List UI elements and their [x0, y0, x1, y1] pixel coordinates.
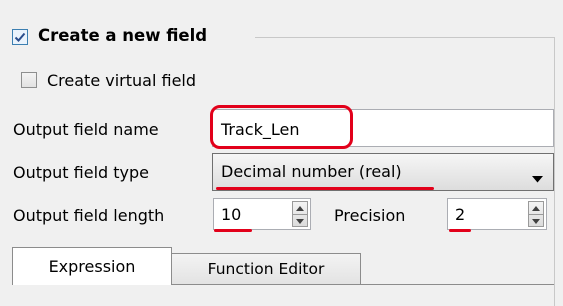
output-field-length-spinbox[interactable]: 10 [213, 198, 311, 230]
spin-up-icon[interactable] [293, 202, 307, 214]
virtual-field-label[interactable]: Create virtual field [47, 71, 196, 90]
create-new-field-checkbox[interactable] [12, 29, 28, 45]
annotation-underline-length [214, 229, 252, 232]
tab-function-editor-label: Function Editor [207, 260, 325, 278]
spin-up-icon[interactable] [529, 202, 543, 214]
precision-spinbox[interactable]: 2 [447, 198, 547, 230]
tab-expression[interactable]: Expression [12, 247, 172, 285]
spin-down-icon[interactable] [293, 214, 307, 227]
checkmark-icon [14, 32, 26, 42]
group-title[interactable]: Create a new field [38, 26, 207, 45]
output-field-length-value: 10 [221, 205, 242, 224]
tab-expression-label: Expression [48, 257, 136, 276]
virtual-field-checkbox[interactable] [21, 72, 37, 88]
output-field-type-value: Decimal number (real) [221, 162, 402, 181]
annotation-underline-type [216, 187, 434, 190]
precision-value: 2 [455, 205, 466, 224]
annotation-highlight-oval [210, 105, 353, 149]
output-field-type-select[interactable]: Decimal number (real) [212, 153, 554, 191]
output-field-name-label: Output field name [13, 120, 159, 139]
precision-label: Precision [334, 206, 406, 225]
spin-buttons[interactable] [292, 201, 308, 227]
spin-buttons[interactable] [528, 201, 544, 227]
chevron-down-icon[interactable] [532, 168, 543, 187]
output-field-length-label: Output field length [13, 206, 165, 225]
annotation-underline-precision [449, 229, 471, 232]
output-field-type-label: Output field type [13, 163, 150, 182]
groupbox-border-top [255, 37, 555, 38]
spin-down-icon[interactable] [529, 214, 543, 227]
tab-function-editor[interactable]: Function Editor [171, 253, 361, 284]
groupbox-border-right [554, 37, 555, 306]
